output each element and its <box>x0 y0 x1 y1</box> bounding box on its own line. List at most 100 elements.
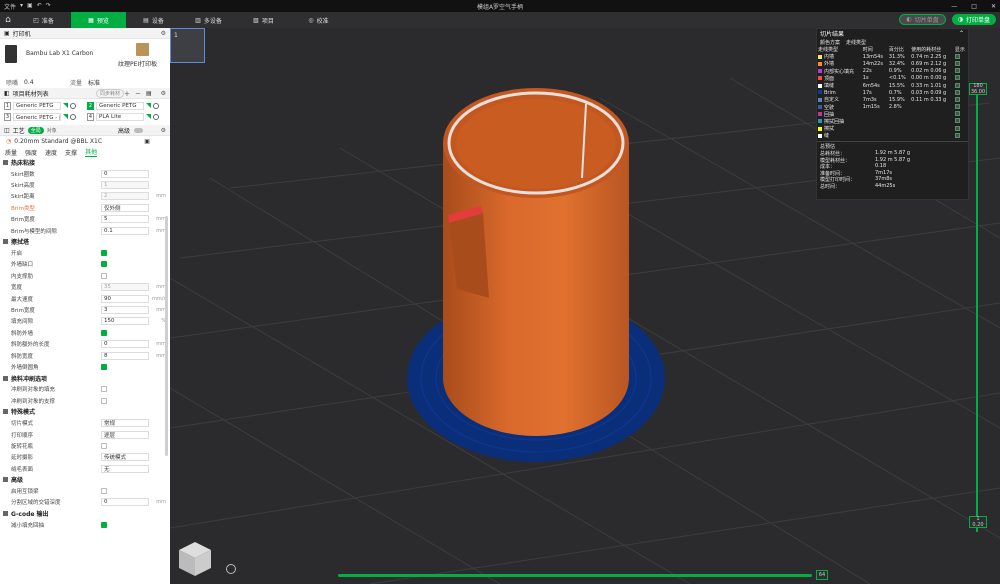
tab-device[interactable]: ▤ 设备 <box>126 12 181 28</box>
file-menu[interactable]: 文件 <box>4 2 16 11</box>
subtab-quality[interactable]: 质量 <box>5 148 17 157</box>
object-toggle[interactable]: 对象 <box>47 127 57 134</box>
setting-checkbox[interactable] <box>101 442 107 449</box>
visibility-checkbox[interactable] <box>954 82 960 88</box>
setting-checkbox[interactable] <box>101 261 107 268</box>
sync-filament-button[interactable]: 同步耗材 <box>96 88 125 98</box>
visibility-checkbox[interactable] <box>954 68 960 74</box>
setting-checkbox[interactable] <box>101 521 107 528</box>
visibility-checkbox[interactable] <box>954 75 960 81</box>
layer-slider[interactable] <box>976 86 978 532</box>
tab-project[interactable]: ▧ 项目 <box>236 12 291 28</box>
zoom-fit-icon[interactable] <box>226 564 236 574</box>
layer-slider-bottom-handle[interactable]: 1 0.20 <box>969 516 987 528</box>
visibility-checkbox[interactable] <box>954 125 960 131</box>
subtab-support[interactable]: 支撑 <box>65 148 77 157</box>
visibility-checkbox[interactable] <box>954 118 960 124</box>
color-scheme-select[interactable]: 走线类型 <box>846 39 866 46</box>
setting-input[interactable]: 90 <box>101 294 149 303</box>
layer-slider-top-handle[interactable]: 180 36.00 <box>969 83 987 95</box>
setting-input[interactable]: 逐层 <box>101 430 149 439</box>
gear-icon[interactable]: ⚙ <box>161 127 166 134</box>
setting-input[interactable]: 传统模式 <box>101 453 149 462</box>
maximize-button[interactable]: □ <box>971 3 977 10</box>
setting-input[interactable]: 3 <box>101 305 149 314</box>
save-icon[interactable]: ▣ <box>27 2 33 11</box>
visibility-checkbox[interactable] <box>954 111 960 117</box>
subtab-strength[interactable]: 强度 <box>25 148 37 157</box>
tab-multi-device[interactable]: ▥ 多设备 <box>181 12 236 28</box>
remove-icon[interactable]: － <box>135 89 141 98</box>
setting-checkbox[interactable] <box>101 329 107 336</box>
tab-calibration[interactable]: ◎ 校准 <box>291 12 346 28</box>
move-slider[interactable] <box>338 574 812 577</box>
preset-name[interactable]: 0.20mm Standard @BBL X1C <box>14 138 144 145</box>
preset-row[interactable]: ◔ 0.20mm Standard @BBL X1C ▣ <box>0 136 170 147</box>
3d-viewport[interactable]: 1 切片结果 ⌃ 颜色方案 走线类型 走线类型 时间 百分比 使用的耗材丝 显示 内墙 13… <box>170 28 1000 584</box>
tab-prepare[interactable]: ◰ 准备 <box>16 12 71 28</box>
setting-input[interactable]: 0.1 <box>101 226 149 235</box>
table-icon[interactable]: ▤ <box>146 90 152 97</box>
print-icon: ◑ <box>957 16 963 23</box>
setting-input[interactable]: 35 <box>101 283 149 292</box>
sidebar-scrollbar[interactable] <box>165 216 168 456</box>
edit-icon[interactable] <box>153 113 159 120</box>
setting-input[interactable]: 150 <box>101 317 149 326</box>
global-toggle[interactable]: 全局 <box>27 126 44 134</box>
setting-input[interactable]: 2 <box>101 192 149 201</box>
minimize-button[interactable]: — <box>951 3 957 10</box>
visibility-checkbox[interactable] <box>954 96 960 102</box>
undo-icon[interactable]: ↶ <box>37 2 42 11</box>
plate-thumbnail[interactable]: 1 <box>170 28 205 63</box>
subtab-speed[interactable]: 速度 <box>45 148 57 157</box>
setting-checkbox[interactable] <box>101 386 107 393</box>
filament-item[interactable]: 2 Generic PETG <box>87 101 166 110</box>
setting-input[interactable]: 仅外侧 <box>101 203 149 212</box>
setting-checkbox[interactable] <box>101 272 107 279</box>
setting-input[interactable]: 常规 <box>101 419 149 428</box>
setting-input[interactable]: 0 <box>101 498 149 507</box>
setting-input[interactable]: 5 <box>101 215 149 224</box>
move-slider-handle[interactable]: 64 <box>816 570 828 580</box>
setting-input[interactable]: 0 <box>101 340 149 349</box>
printer-name[interactable]: Bambu Lab X1 Carbon <box>26 50 93 57</box>
setting-input[interactable]: 0 <box>101 169 149 178</box>
visibility-checkbox[interactable] <box>954 104 960 110</box>
edit-icon[interactable] <box>70 102 76 109</box>
filament-item[interactable]: 4 PLA Lite <box>87 112 166 121</box>
close-button[interactable]: ✕ <box>991 3 996 10</box>
setting-checkbox[interactable] <box>101 363 107 370</box>
printer-selector[interactable]: Bambu Lab X1 Carbon 纹理PEI打印板 <box>0 39 170 77</box>
add-icon[interactable]: ＋ <box>124 89 130 98</box>
redo-icon[interactable]: ↷ <box>46 2 51 11</box>
view-cube[interactable] <box>176 540 214 578</box>
save-preset-icon[interactable]: ▣ <box>144 138 150 145</box>
print-plate-button[interactable]: ◑ 打印单盘 <box>951 14 996 25</box>
flow-value[interactable]: 标准 <box>88 78 100 87</box>
setting-checkbox[interactable] <box>101 250 107 257</box>
nozzle-value[interactable]: 0.4 <box>24 79 64 86</box>
subtab-others[interactable]: 其他 <box>85 147 98 157</box>
home-icon[interactable]: ⌂ <box>0 15 16 25</box>
visibility-checkbox[interactable] <box>954 60 960 66</box>
filament-item[interactable]: 1 Generic PETG <box>4 101 83 110</box>
gear-icon[interactable]: ⚙ <box>161 90 166 97</box>
setting-input[interactable]: 无 <box>101 464 149 473</box>
edit-icon[interactable] <box>70 113 76 120</box>
chevron-down-icon[interactable]: ▾ <box>20 2 23 11</box>
collapse-icon[interactable]: ⌃ <box>959 30 964 37</box>
gear-icon[interactable]: ⚙ <box>161 30 166 37</box>
edit-icon[interactable] <box>153 102 159 109</box>
filament-item[interactable]: 3Generic PETG - 此... <box>4 112 83 121</box>
visibility-checkbox[interactable] <box>954 89 960 95</box>
setting-input[interactable]: 8 <box>101 351 149 360</box>
setting-input[interactable]: 1 <box>101 181 149 190</box>
plate-type[interactable]: 纹理PEI打印板 <box>118 59 157 68</box>
slice-plate-button[interactable]: ◐ 切片单盘 <box>899 14 946 25</box>
visibility-checkbox[interactable] <box>954 132 960 138</box>
setting-checkbox[interactable] <box>101 488 107 495</box>
setting-checkbox[interactable] <box>101 397 107 404</box>
tab-preview[interactable]: ▦ 预览 <box>71 12 126 28</box>
advanced-toggle[interactable] <box>134 127 143 133</box>
visibility-checkbox[interactable] <box>954 53 960 59</box>
